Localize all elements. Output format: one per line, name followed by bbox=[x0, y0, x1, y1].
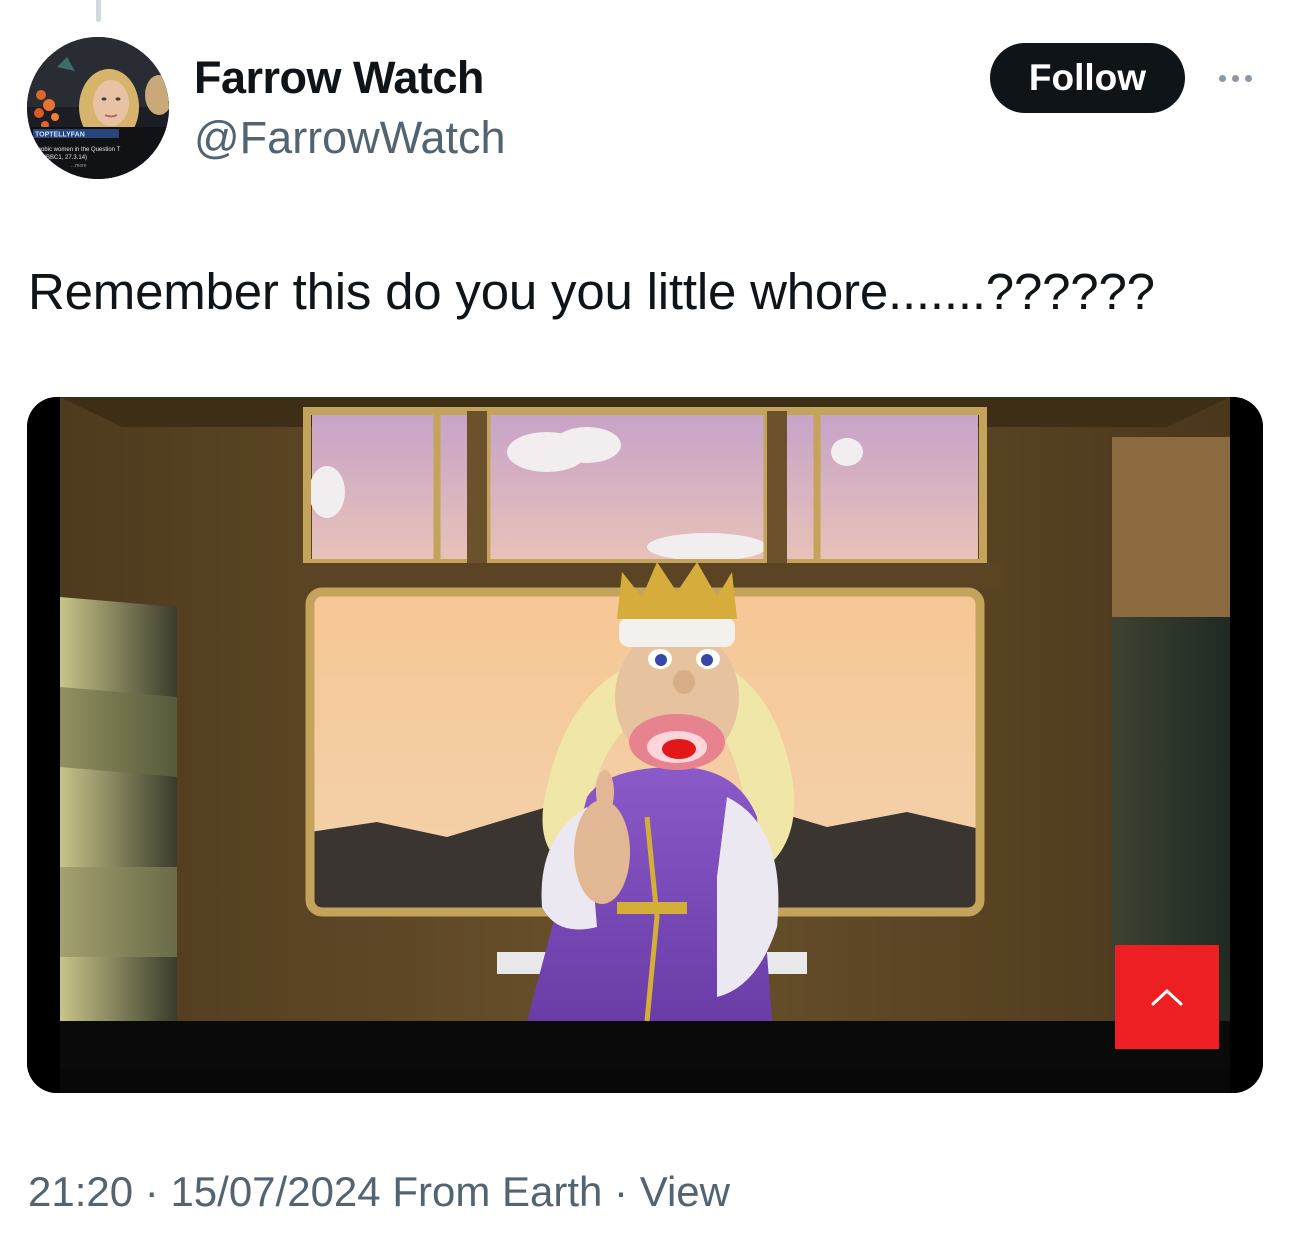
avatar-image: TOPTELLYFAN ophobic women in the Questio… bbox=[27, 37, 169, 179]
more-dot bbox=[1218, 74, 1226, 82]
thread-connector-line bbox=[96, 0, 101, 22]
scroll-up-button[interactable] bbox=[1115, 945, 1219, 1049]
tweet-date[interactable]: 15/07/2024 bbox=[170, 1168, 380, 1215]
follow-button[interactable]: Follow bbox=[990, 43, 1185, 113]
view-link[interactable]: View bbox=[640, 1168, 730, 1215]
tweet-time[interactable]: 21:20 bbox=[28, 1168, 133, 1215]
tweet-metadata: 21:20 · 15/07/2024 From Earth · View bbox=[28, 1168, 730, 1216]
more-options-icon[interactable] bbox=[1210, 60, 1260, 96]
author-handle[interactable]: @FarrowWatch bbox=[194, 112, 506, 164]
tweet-media-video[interactable] bbox=[27, 397, 1263, 1093]
avatar-brand-text: TOPTELLYFAN bbox=[35, 132, 85, 139]
chevron-up-icon bbox=[1151, 989, 1183, 1006]
avatar-caption-line1: ophobic women in the Question T bbox=[31, 147, 121, 153]
tweet-text: Remember this do you you little whore...… bbox=[28, 263, 1155, 320]
more-dot bbox=[1244, 74, 1252, 82]
more-dot bbox=[1231, 74, 1239, 82]
meta-separator: · bbox=[133, 1168, 171, 1215]
author-display-name[interactable]: Farrow Watch bbox=[194, 52, 484, 104]
avatar-caption-line2: e (BBC1, 27.3.14) bbox=[39, 155, 87, 161]
author-avatar[interactable]: TOPTELLYFAN ophobic women in the Questio… bbox=[27, 37, 169, 179]
avatar-caption-line3: ...more bbox=[71, 163, 87, 169]
meta-separator: · bbox=[602, 1168, 640, 1215]
tweet-source: From Earth bbox=[380, 1168, 603, 1215]
video-frame-image bbox=[27, 397, 1263, 1093]
